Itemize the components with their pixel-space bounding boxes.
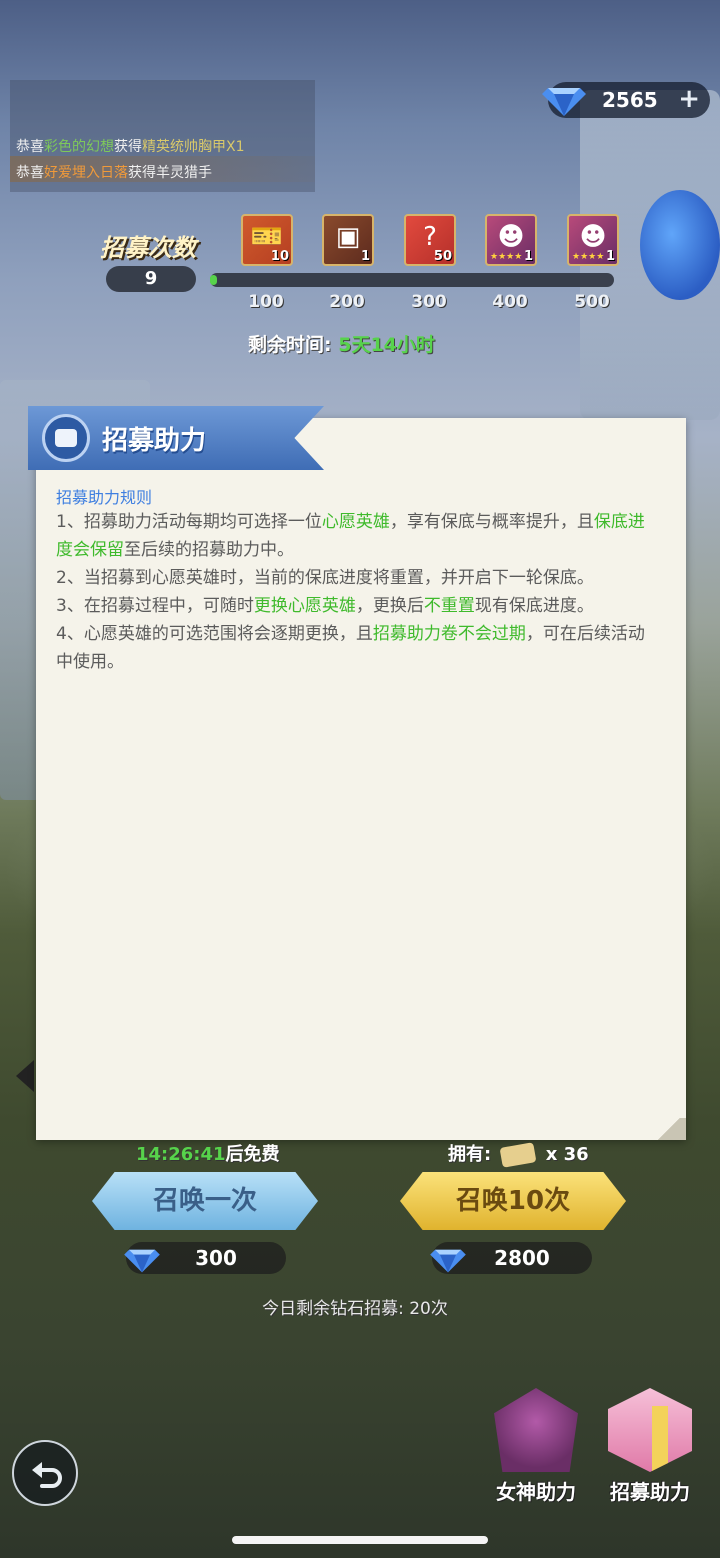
star-rating: ★★★★ [572,252,605,262]
broadcast-player: 彩色的幻想 [44,139,114,155]
milestone-label: 300 [411,292,447,312]
rule-item: 3、在招募过程中，可随时更换心愿英雄，更换后不重置现有保底进度。 [56,592,658,620]
owned-count: x 36 [545,1144,589,1165]
rule-item: 2、当招募到心愿英雄时，当前的保底进度将重置，并开启下一轮保底。 [56,564,658,592]
reward-qty: 1 [360,249,370,264]
back-arrow-icon [32,1462,62,1488]
recruit-help-button[interactable]: 招募助力 [598,1380,702,1510]
reward-mystery[interactable]: ? 50 [404,214,456,266]
owned-label: 拥有: [448,1144,492,1165]
milestone-label: 200 [329,292,365,312]
daily-limit-text: 今日剩余钻石招募: 20次 [262,1299,448,1319]
reward-ticket[interactable]: 🎫 10 [241,214,293,266]
cost-amount: 2800 [494,1246,550,1270]
remaining-time-label: 剩余时间: [248,334,332,356]
ticket-icon: 🎫 [250,222,284,252]
recruit-count-title: 招募次数 [100,234,196,262]
recruit-count: 9 [106,266,196,292]
rule-text: 现有保底进度。 [474,596,594,616]
rule-item: 1、招募助力活动每期均可选择一位心愿英雄，享有保底与概率提升，且保底进度会保留至… [56,508,658,564]
recruit-help-label: 招募助力 [610,1480,690,1504]
broadcast-line: 恭喜彩色的幻想获得精英统帅胸甲X1 [16,136,245,156]
reward-qty: 50 [433,249,452,264]
reward-qty: 1 [523,249,533,264]
milestone-label: 500 [574,292,610,312]
modal-title-banner: 招募助力 [28,406,324,470]
summon-once-button[interactable]: 召唤一次 [92,1172,318,1230]
remaining-time: 剩余时间: 5天14小时 [248,330,435,357]
reward-hero[interactable]: ☻ ★★★★ 1 [485,214,537,266]
rules-list: 1、招募助力活动每期均可选择一位心愿英雄，享有保底与概率提升，且保底进度会保留至… [56,508,658,676]
reward-qty: 1 [605,249,615,264]
rule-text: 至后续的招募助力中。 [124,540,294,560]
remaining-time-value: 5天14小时 [338,334,435,356]
broadcast-prefix: 恭喜 [16,165,44,181]
broadcast-item: 羊灵猎手 [156,165,212,181]
broadcast-item: 精英统帅胸甲X1 [142,139,245,155]
scroll-icon [42,414,90,462]
hero-portrait-icon: ☻ [497,222,525,252]
summon-ten-cost: 2800 [430,1242,592,1274]
background-orb [640,190,720,300]
rule-text: 4、心愿英雄的可选范围将会逐期更换，且 [56,624,373,644]
back-button[interactable] [12,1440,78,1506]
summon-once-cost: 300 [124,1242,286,1274]
goddess-portrait-icon [494,1388,578,1472]
rule-highlight: 更换心愿英雄 [253,596,356,616]
reward-hero[interactable]: ☻ ★★★★ 1 [567,214,619,266]
modal-title: 招募助力 [102,426,207,456]
gift-box-icon [608,1388,692,1472]
chest-icon: ▣ [335,222,361,252]
rule-item: 4、心愿英雄的可选范围将会逐期更换，且招募助力卷不会过期，可在后续活动中使用。 [56,620,658,676]
rule-highlight: 不重置 [423,596,475,616]
broadcast-panel: 恭喜彩色的幻想获得精英统帅胸甲X1 恭喜好爱埋入日落获得羊灵猎手 [10,80,315,192]
rules-heading: 招募助力规则 [56,488,153,507]
rule-highlight: 招募助力卷不会过期 [372,624,526,644]
add-diamonds-button[interactable]: + [678,84,700,114]
hero-portrait-icon: ☻ [579,222,607,252]
diamond-counter: 2565 + [542,82,710,118]
recruit-progress-bar [210,273,614,287]
diamond-icon [542,88,586,116]
rule-text: 3、在招募过程中，可随时 [56,596,254,616]
mystery-icon: ? [423,222,437,252]
free-timer-suffix: 后免费 [225,1144,280,1165]
free-timer-value: 14:26:41 [136,1144,226,1165]
recruit-progress-fill [210,275,218,285]
free-summon-timer: 14:26:41后免费 [136,1140,280,1166]
milestone-label: 100 [248,292,284,312]
page-curl [652,1118,686,1140]
summon-ten-button[interactable]: 召唤10次 [400,1172,626,1230]
broadcast-player: 好爱埋入日落 [44,165,128,181]
rule-text: 1、招募助力活动每期均可选择一位 [56,512,322,532]
ticket-icon [500,1142,537,1168]
rule-highlight: 心愿英雄 [321,512,390,532]
broadcast-mid: 获得 [128,165,156,181]
reward-chest[interactable]: ▣ 1 [322,214,374,266]
rule-text: ，享有保底与概率提升，且 [389,512,594,532]
diamond-amount: 2565 [602,88,658,112]
broadcast-line: 恭喜好爱埋入日落获得羊灵猎手 [16,162,212,182]
left-arrow-icon[interactable] [16,1060,34,1092]
reward-qty: 10 [270,249,289,264]
cost-amount: 300 [195,1246,237,1270]
rule-text: ，更换后 [355,596,424,616]
broadcast-prefix: 恭喜 [16,139,44,155]
goddess-help-label: 女神助力 [496,1480,576,1504]
goddess-help-button[interactable]: 女神助力 [484,1380,588,1510]
rule-text: 2、当招募到心愿英雄时，当前的保底进度将重置，并开启下一轮保底。 [56,568,594,588]
star-rating: ★★★★ [490,252,523,262]
home-indicator[interactable] [232,1536,488,1544]
owned-tickets: 拥有: x 36 [448,1140,589,1168]
milestone-label: 400 [492,292,528,312]
broadcast-mid: 获得 [114,139,142,155]
